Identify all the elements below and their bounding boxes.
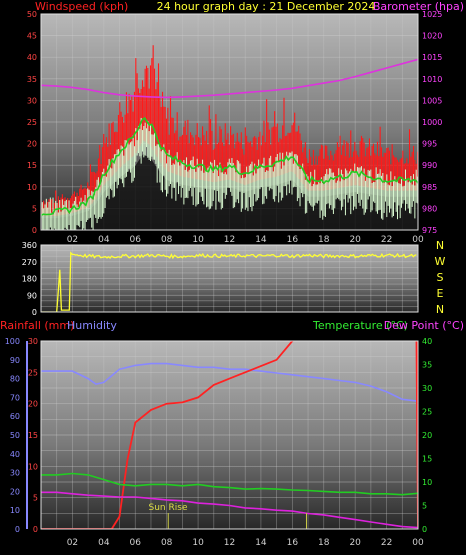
humidity-y-tick: 50	[10, 431, 20, 440]
x-tick-label: 16	[287, 538, 299, 548]
x-tick-label: 04	[98, 235, 110, 245]
x-tick-label: 22	[381, 235, 392, 245]
dewpoint-axis-title: Dew Point (°C)	[384, 319, 464, 332]
direction-y-tick: 180	[22, 275, 37, 284]
wind-y-tick: 20	[27, 140, 37, 149]
humidity-y-tick: 70	[10, 393, 20, 402]
x-tick-label: 06	[130, 235, 142, 245]
x-tick-label: 00	[412, 538, 424, 548]
temp-y-tick: 35	[422, 361, 432, 370]
temp-y-tick: 10	[422, 478, 432, 487]
humidity-y-tick: 10	[10, 506, 20, 515]
weather-graph: Windspeed (kph) 24 hour graph day : 21 D…	[0, 0, 464, 548]
x-tick-label: 04	[98, 538, 110, 548]
barometer-y-tick: 1005	[422, 96, 442, 105]
rain-y-tick: 5	[33, 494, 38, 503]
wind-y-tick: 25	[27, 118, 37, 127]
humidity-y-tick: 40	[10, 450, 20, 459]
direction-y-tick: 90	[27, 291, 37, 300]
x-tick-label: 08	[161, 538, 173, 548]
humidity-y-tick: 60	[10, 412, 20, 421]
humidity-y-tick: 30	[10, 469, 20, 478]
compass-e: E	[437, 287, 444, 300]
x-tick-label: 10	[192, 235, 204, 245]
barometer-y-tick: 990	[422, 161, 437, 170]
barometer-y-tick: 980	[422, 204, 437, 213]
sun-rise-label: Sun Rise	[149, 503, 188, 513]
windspeed-axis-title: Windspeed (kph)	[35, 0, 128, 13]
barometer-y-tick: 1000	[422, 118, 442, 127]
compass-n-top: N	[436, 239, 444, 252]
x-tick-label: 08	[161, 235, 173, 245]
rain-y-tick: 0	[33, 525, 38, 534]
x-tick-label: 20	[349, 235, 361, 245]
wind-y-tick: 0	[32, 226, 37, 235]
wind-y-tick: 30	[27, 96, 37, 105]
temp-y-tick: 0	[422, 525, 427, 534]
x-tick-label: 02	[67, 538, 78, 548]
rain-y-tick: 25	[28, 368, 38, 377]
x-tick-label: 14	[255, 538, 267, 548]
barometer-y-tick: 1015	[422, 53, 442, 62]
x-tick-label: 20	[349, 538, 361, 548]
x-tick-label: 12	[224, 538, 235, 548]
compass-s: S	[437, 271, 444, 284]
compass-n-bottom: N	[436, 303, 444, 316]
humidity-y-tick: 90	[10, 356, 20, 365]
rain-y-tick: 15	[28, 431, 38, 440]
x-tick-label: 02	[67, 235, 78, 245]
barometer-y-tick: 975	[422, 226, 437, 235]
humidity-axis-title: Humidity	[67, 319, 117, 332]
wind-y-tick: 45	[27, 32, 37, 41]
temp-y-tick: 25	[422, 408, 432, 417]
x-tick-label: 22	[381, 538, 392, 548]
rain-y-tick: 30	[28, 337, 38, 346]
x-tick-label: 06	[130, 538, 142, 548]
barometer-y-tick: 985	[422, 183, 437, 192]
wind-y-tick: 35	[27, 75, 37, 84]
temp-y-tick: 20	[422, 431, 432, 440]
humidity-y-tick: 80	[10, 375, 20, 384]
graph-title: 24 hour graph day : 21 December 2024	[157, 0, 376, 13]
temp-y-tick: 5	[422, 502, 427, 511]
humidity-y-tick: 0	[15, 525, 20, 534]
wind-y-tick: 50	[27, 10, 37, 19]
x-tick-label: 12	[224, 235, 235, 245]
rain-y-tick: 20	[28, 400, 38, 409]
direction-y-tick: 0	[32, 308, 37, 317]
x-tick-label: 00	[412, 235, 424, 245]
barometer-axis-title: Barometer (hpa)	[373, 0, 464, 13]
wind-y-tick: 40	[27, 53, 37, 62]
barometer-y-tick: 1025	[422, 10, 442, 19]
direction-y-tick: 270	[22, 258, 37, 267]
temp-y-tick: 40	[422, 337, 432, 346]
barometer-y-tick: 1010	[422, 75, 442, 84]
x-tick-label: 14	[255, 235, 267, 245]
compass-w: W	[435, 255, 446, 268]
barometer-y-tick: 995	[422, 140, 437, 149]
humidity-y-tick: 20	[10, 487, 20, 496]
x-tick-label: 18	[318, 538, 330, 548]
wind-y-tick: 10	[27, 183, 37, 192]
direction-y-tick: 360	[22, 241, 37, 250]
x-tick-label: 10	[192, 538, 204, 548]
rain-y-tick: 10	[28, 462, 38, 471]
x-tick-label: 18	[318, 235, 330, 245]
x-tick-label: 16	[287, 235, 299, 245]
wind-y-tick: 15	[27, 161, 37, 170]
wind-y-tick: 5	[32, 204, 37, 213]
temp-y-tick: 30	[422, 384, 432, 393]
rainfall-axis-title: Rainfall (mm)	[0, 319, 74, 332]
temp-y-tick: 15	[422, 455, 432, 464]
barometer-y-tick: 1020	[422, 32, 442, 41]
humidity-y-tick: 100	[5, 337, 20, 346]
